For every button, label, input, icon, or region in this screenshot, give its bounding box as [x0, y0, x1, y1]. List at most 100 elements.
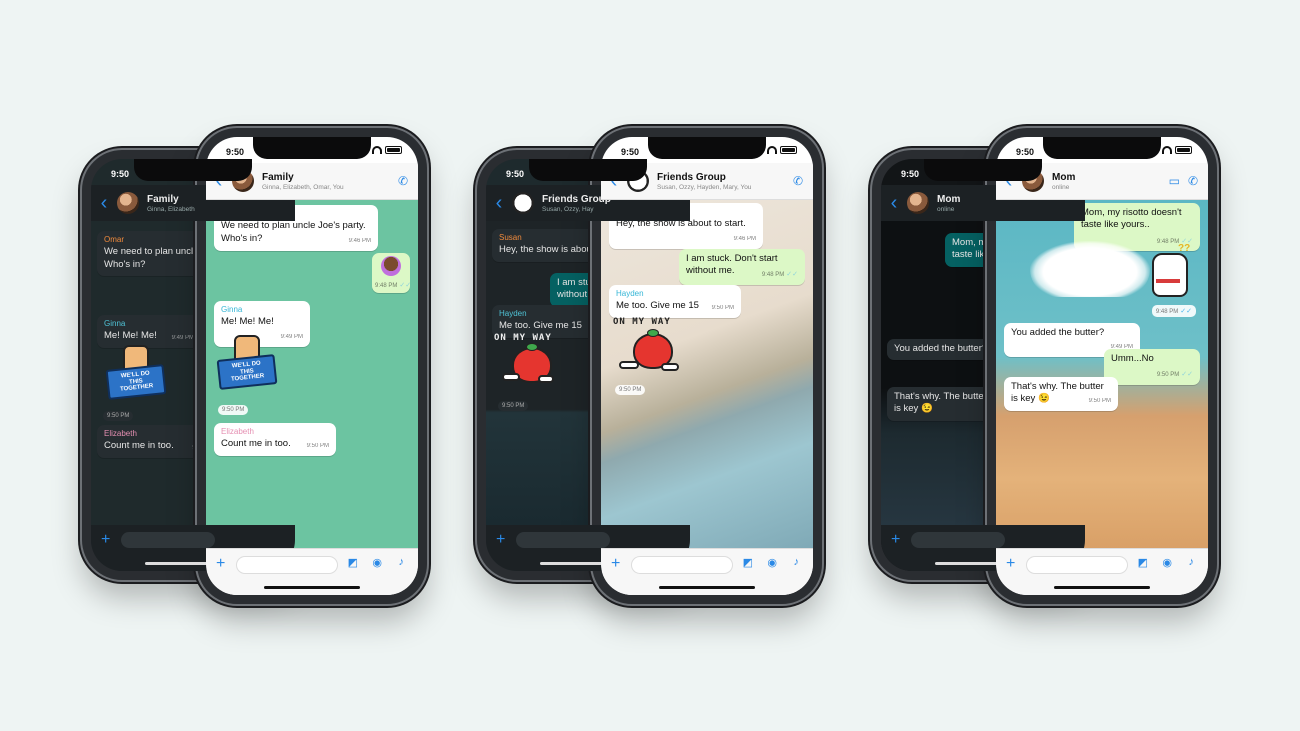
add-call-icon[interactable]: ✆ [793, 174, 803, 188]
message-time: 9:46 PM [733, 235, 756, 242]
message-time: 9:49 PM [280, 333, 303, 340]
notch [529, 159, 647, 181]
camera-icon[interactable]: ◉ [1162, 556, 1172, 569]
home-indicator [264, 586, 360, 589]
question-mark-icon: ?? [1178, 243, 1191, 254]
dog-icon [1152, 253, 1188, 297]
microphone-icon[interactable]: ♪ [794, 556, 800, 568]
message-bubble: I am stuck. Don't start without me. 9:48… [679, 249, 805, 286]
battery-icon [780, 146, 797, 154]
message-text: We need to plan uncle [104, 246, 199, 258]
read-ticks-icon: ✓✓ [399, 282, 412, 290]
camera-icon[interactable]: ◉ [372, 556, 382, 569]
back-icon[interactable]: ‹ [95, 193, 113, 213]
read-ticks-icon: ✓✓ [1180, 308, 1192, 315]
together-sticker: WE'LL DO THIS TOGETHER [216, 335, 278, 395]
battery-icon [1175, 146, 1192, 154]
message-list: Mom, my risotto doesn't taste like yours… [996, 199, 1208, 549]
message-sender: Elizabeth [221, 427, 254, 436]
wifi-icon [1162, 146, 1172, 154]
message-text: Mom, my risotto doesn't taste like yours… [1081, 207, 1182, 231]
chat-subtitle: online [937, 205, 955, 213]
home-indicator [1054, 586, 1150, 589]
plus-icon[interactable]: + [1006, 555, 1015, 573]
back-icon[interactable]: ‹ [885, 193, 903, 213]
dog-sticker: ?? [1144, 243, 1194, 303]
message-text: Me too. Give me 15 [499, 320, 582, 332]
message-text: taste lik [952, 249, 985, 261]
sticker-icon[interactable]: ◩ [348, 556, 358, 569]
status-time: 9:50 [226, 147, 245, 157]
battery-icon [385, 146, 402, 154]
message-text: I am stu [557, 277, 591, 288]
message-time: 9:50 PM ✓✓ [1156, 371, 1193, 379]
message-input[interactable] [631, 556, 733, 574]
message-text: Umm...No [1111, 353, 1154, 364]
message-input[interactable] [1026, 556, 1128, 574]
add-call-icon[interactable]: ✆ [398, 174, 408, 188]
home-indicator [659, 586, 755, 589]
message-text: Count me in too. [221, 438, 291, 450]
status-time: 9:50 [621, 147, 640, 157]
message-time: 9:50 PM [1088, 398, 1111, 405]
message-input[interactable] [516, 532, 610, 548]
message-time: 9:48 PM ✓✓ [375, 282, 412, 290]
input-bar: + ◩ ◉ ♪ [206, 548, 418, 595]
message-sender: Elizabeth [104, 429, 137, 438]
sticker-icon[interactable]: ◩ [1138, 556, 1148, 569]
message-bubble: 9:48 PM ✓✓ [372, 253, 412, 293]
message-list: Omar We need to plan uncle Joe's party. … [206, 199, 418, 549]
wink-emoji-icon: 😉 [1037, 393, 1050, 405]
emoji-sticker [381, 256, 401, 276]
notch [924, 159, 1042, 181]
message-bubble: Umm...No 9:50 PM ✓✓ [1104, 349, 1200, 386]
leg-icon [502, 373, 520, 381]
message-time: 9:48 PM ✓✓ [761, 271, 798, 279]
message-time: 9:50 PM [711, 305, 734, 312]
camera-icon[interactable]: ◉ [767, 556, 777, 569]
microphone-icon[interactable]: ♪ [1189, 556, 1195, 568]
message-text: Mom, m [952, 237, 987, 248]
sticker-caption: ON MY WAY [494, 333, 552, 343]
message-text: Who's in? [104, 258, 146, 270]
avatar[interactable] [512, 192, 534, 214]
message-time: 9:46 PM [348, 237, 371, 244]
message-input[interactable] [911, 532, 1005, 548]
message-time: 9:49 PM [171, 335, 194, 342]
message-bubble: Hayden Me too. Give me 15 9:50 PM [609, 285, 741, 319]
sticker-icon[interactable]: ◩ [743, 556, 753, 569]
microphone-icon[interactable]: ♪ [399, 556, 405, 568]
message-bubble: Elizabeth Count me in too. 9:50 PM [214, 423, 336, 457]
message-sender: Hayden [499, 309, 527, 318]
message-time: 9:50 PM [615, 385, 646, 395]
sticker-caption: ON MY WAY [613, 317, 671, 327]
message-text: Me! Me! Me! [104, 330, 157, 342]
message-input[interactable] [121, 532, 215, 548]
on-my-way-sticker: ON MY WAY [494, 333, 564, 393]
avatar[interactable] [907, 192, 929, 214]
plus-icon[interactable]: + [891, 531, 900, 549]
wink-emoji-icon: 😉 [920, 403, 933, 415]
plus-icon[interactable]: + [496, 531, 505, 549]
wifi-icon [767, 146, 777, 154]
leg-icon [619, 361, 639, 369]
message-text: You added the butter? [894, 343, 988, 354]
notch [134, 159, 252, 181]
plus-icon[interactable]: + [216, 555, 225, 573]
message-text: is key [894, 403, 919, 415]
message-input[interactable] [236, 556, 338, 574]
message-time: 9:50 PM [218, 405, 249, 415]
message-text: That's why. The butter [894, 391, 987, 402]
avatar[interactable] [117, 192, 139, 214]
leaf-icon [647, 329, 659, 337]
input-bar: + ◩ ◉ ♪ [996, 548, 1208, 595]
phone-call-icon[interactable]: ✆ [1188, 174, 1198, 188]
message-list: Susan Hey, the show is about to start. 9… [601, 199, 813, 549]
plus-icon[interactable]: + [611, 555, 620, 573]
sticker-banner: WE'LL DO THIS TOGETHER [216, 354, 278, 390]
video-call-icon[interactable]: ▭ [1169, 174, 1180, 188]
leg-icon [661, 363, 679, 371]
plus-icon[interactable]: + [101, 531, 110, 549]
message-text: We need to plan uncle Joe's party. Who's… [221, 220, 366, 244]
back-icon[interactable]: ‹ [490, 193, 508, 213]
